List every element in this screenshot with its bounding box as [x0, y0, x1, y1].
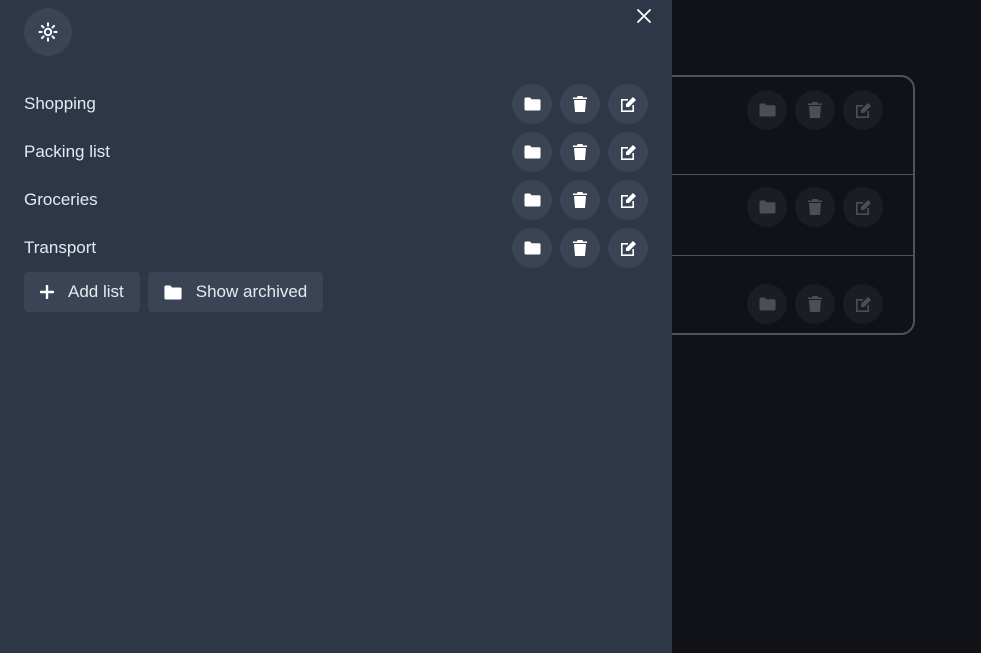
sun-gear-icon [38, 22, 58, 42]
delete-button[interactable] [560, 132, 600, 172]
background-delete-button [795, 90, 835, 130]
archive-button[interactable] [512, 228, 552, 268]
trash-icon [573, 144, 587, 160]
close-icon [637, 9, 651, 23]
lists-drawer: Shopping Packing list Groceries Transpor… [0, 0, 672, 653]
background-delete-button [795, 284, 835, 324]
folder-icon [524, 241, 540, 255]
folder-icon [524, 97, 540, 111]
show-archived-button[interactable]: Show archived [147, 272, 324, 312]
list-item-label[interactable]: Shopping [24, 94, 96, 114]
trash-icon [808, 102, 822, 118]
edit-button[interactable] [608, 84, 648, 124]
background-archive-button [747, 187, 787, 227]
background-archive-button [747, 284, 787, 324]
list-item-actions [512, 132, 648, 172]
list-item[interactable]: Groceries [24, 176, 648, 224]
edit-icon [621, 192, 636, 208]
close-drawer-button[interactable] [633, 5, 655, 27]
edit-icon [621, 144, 636, 160]
folder-icon [164, 285, 182, 299]
archive-button[interactable] [512, 84, 552, 124]
folder-icon [759, 200, 775, 214]
list-item-label[interactable]: Transport [24, 238, 96, 258]
list-item-actions [512, 180, 648, 220]
folder-icon [759, 297, 775, 311]
trash-icon [573, 96, 587, 112]
edit-icon [856, 296, 871, 312]
background-edit-button [843, 187, 883, 227]
edit-icon [856, 199, 871, 215]
list-item-actions [512, 228, 648, 268]
edit-button[interactable] [608, 132, 648, 172]
delete-button[interactable] [560, 84, 600, 124]
theme-toggle-button[interactable] [24, 8, 72, 56]
list-item-actions [512, 84, 648, 124]
list-item[interactable]: Shopping [24, 80, 648, 128]
edit-icon [621, 240, 636, 256]
trash-icon [808, 199, 822, 215]
trash-icon [808, 296, 822, 312]
edit-icon [621, 96, 636, 112]
plus-icon [40, 285, 54, 299]
background-edit-button [843, 90, 883, 130]
drawer-footer-actions: Add list Show archived [24, 272, 324, 312]
list-item-label[interactable]: Packing list [24, 142, 110, 162]
delete-button[interactable] [560, 228, 600, 268]
background-delete-button [795, 187, 835, 227]
folder-icon [524, 193, 540, 207]
list-item-label[interactable]: Groceries [24, 190, 98, 210]
lists-container: Shopping Packing list Groceries Transpor… [24, 80, 648, 272]
archive-button[interactable] [512, 132, 552, 172]
edit-icon [856, 102, 871, 118]
list-item[interactable]: Packing list [24, 128, 648, 176]
folder-icon [759, 103, 775, 117]
add-list-button[interactable]: Add list [24, 272, 140, 312]
folder-icon [524, 145, 540, 159]
background-archive-button [747, 90, 787, 130]
show-archived-label: Show archived [195, 282, 308, 301]
add-list-label: Add list [68, 282, 124, 301]
edit-button[interactable] [608, 180, 648, 220]
list-item[interactable]: Transport [24, 224, 648, 272]
trash-icon [573, 240, 587, 256]
delete-button[interactable] [560, 180, 600, 220]
background-edit-button [843, 284, 883, 324]
archive-button[interactable] [512, 180, 552, 220]
edit-button[interactable] [608, 228, 648, 268]
trash-icon [573, 192, 587, 208]
